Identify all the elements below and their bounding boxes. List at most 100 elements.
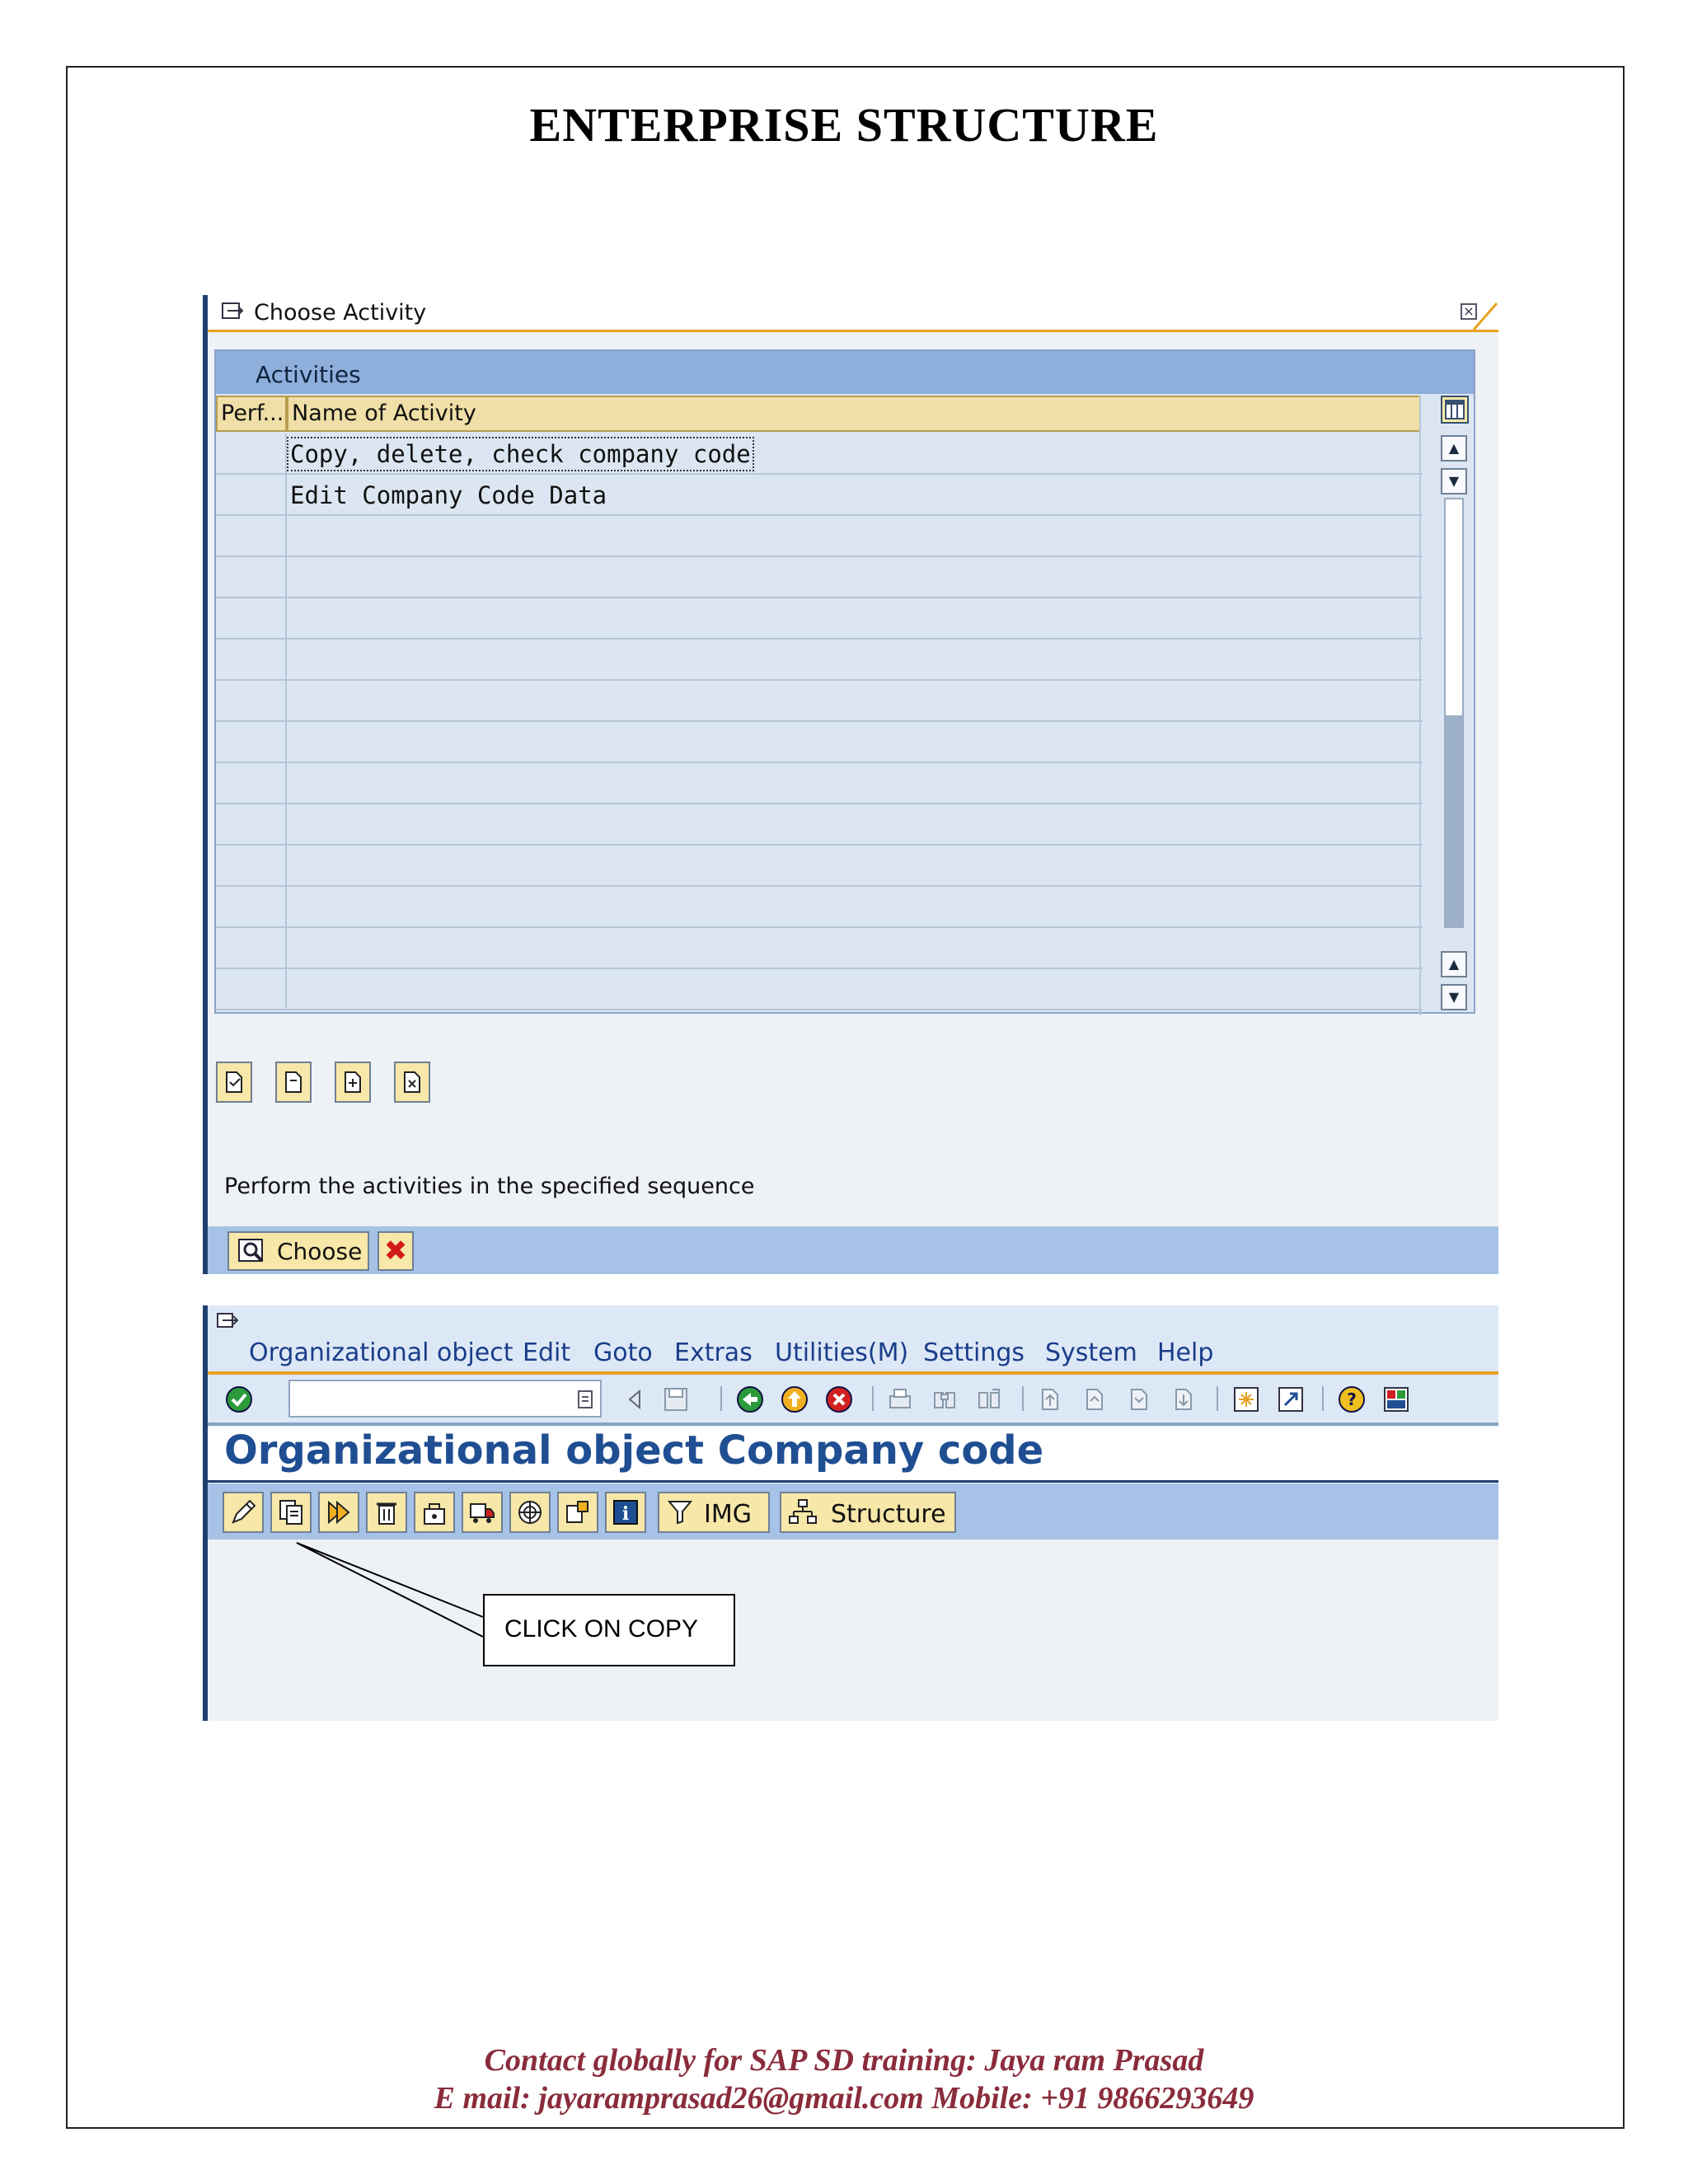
dialog-titlebar: Choose Activity × [208,295,1498,332]
info-icon[interactable]: i [605,1492,646,1533]
callout-text: CLICK ON COPY [504,1615,699,1643]
toolbar-separator [720,1386,722,1411]
perf-cell [216,846,287,885]
menu-settings[interactable]: Settings [923,1338,1025,1367]
edit-pencil-icon[interactable] [223,1492,264,1533]
first-page-icon[interactable] [1035,1385,1065,1414]
transport-icon[interactable] [462,1492,503,1533]
table-row[interactable]: Copy, delete, check company code [216,434,1423,475]
dialog-title: Choose Activity [254,300,427,326]
deselect-all-icon[interactable] [275,1062,312,1103]
target-icon[interactable] [509,1492,551,1533]
table-row[interactable] [216,516,1423,557]
column-header-perf[interactable]: Perf... [216,396,287,432]
back-icon[interactable] [735,1385,765,1414]
scrollbar-track[interactable] [1444,498,1464,928]
create-session-icon[interactable] [1231,1385,1261,1414]
collapse-command-icon[interactable] [620,1385,649,1414]
toolbar-separator [1322,1386,1324,1411]
collapse-icon[interactable] [394,1062,430,1103]
perf-cell [216,516,287,555]
vertical-scrollbar[interactable]: ▲ ▼ ▲ ▼ [1441,396,1469,1014]
menu-help[interactable]: Help [1157,1338,1213,1367]
perf-cell [216,681,287,720]
menu-utilities[interactable]: Utilities(M) [775,1338,908,1367]
perf-cell [216,434,287,473]
menu-bar: Organizational object Edit Goto Extras U… [208,1305,1498,1375]
scroll-page-up-icon[interactable]: ▲ [1441,435,1467,462]
table-row[interactable]: Edit Company Code Data [216,475,1423,516]
window-menu-icon[interactable] [216,1312,239,1330]
table-row[interactable] [216,681,1423,722]
delete-icon[interactable] [366,1492,407,1533]
check-icon[interactable] [414,1492,455,1533]
column-header-name[interactable]: Name of Activity [287,396,1421,432]
dialog-menu-icon[interactable] [221,302,244,321]
enter-icon[interactable] [224,1385,254,1414]
copy-icon[interactable] [270,1492,312,1533]
generate-shortcut-icon[interactable] [1276,1385,1306,1414]
choose-button[interactable]: Choose [227,1231,369,1271]
assign-icon[interactable] [557,1492,598,1533]
table-row[interactable] [216,969,1423,1010]
menu-organizational-object[interactable]: Organizational object [249,1338,513,1367]
table-settings-icon[interactable] [1441,396,1469,424]
table-row[interactable] [216,557,1423,598]
perf-cell [216,969,287,1009]
document-title: ENTERPRISE STRUCTURE [529,98,1159,152]
footer-email-line: E mail: jayaramprasad26@gmail.com Mobile… [434,2081,1254,2116]
command-dropdown-icon[interactable] [577,1390,593,1409]
table-row[interactable] [216,846,1423,887]
standard-toolbar: ? [208,1375,1498,1426]
svg-text:?: ? [1347,1390,1357,1409]
scrollbar-thumb[interactable] [1446,715,1462,926]
command-field[interactable] [288,1380,602,1418]
exit-icon[interactable] [780,1385,809,1414]
select-all-icon[interactable] [216,1062,252,1103]
previous-page-icon[interactable] [1080,1385,1109,1414]
toolbar-separator [1217,1386,1218,1411]
execute-icon[interactable] [318,1492,359,1533]
next-page-icon[interactable] [1124,1385,1154,1414]
find-icon[interactable] [930,1385,959,1414]
activity-name: Copy, delete, check company code [287,437,754,471]
table-row[interactable] [216,640,1423,681]
activities-table: Copy, delete, check company code Edit Co… [216,434,1423,1010]
structure-icon [789,1499,817,1524]
cancel-icon[interactable] [824,1385,854,1414]
perf-cell [216,804,287,844]
sap-main-window: Organizational object Edit Goto Extras U… [203,1305,1498,1721]
table-row[interactable] [216,804,1423,846]
scroll-line-up-icon[interactable]: ▼ [1441,468,1467,494]
structure-label: Structure [831,1500,946,1529]
perf-cell [216,722,287,762]
layout-menu-icon[interactable] [1381,1385,1411,1414]
application-toolbar: i IMG Structure [208,1483,1498,1540]
scroll-page-down-icon[interactable]: ▼ [1441,984,1467,1010]
command-input[interactable] [290,1381,565,1416]
table-row[interactable] [216,598,1423,640]
expand-icon[interactable] [335,1062,371,1103]
table-row[interactable] [216,887,1423,928]
find-next-icon[interactable] [974,1385,1004,1414]
menu-edit[interactable]: Edit [523,1338,570,1367]
img-button[interactable]: IMG [658,1492,770,1533]
cancel-icon[interactable]: ✖ [377,1231,414,1271]
menu-system[interactable]: System [1045,1338,1137,1367]
table-row[interactable] [216,928,1423,969]
menu-goto[interactable]: Goto [593,1338,653,1367]
help-icon[interactable]: ? [1337,1385,1367,1414]
toolbar-separator [872,1386,874,1411]
save-icon[interactable] [661,1385,691,1414]
menu-extras[interactable]: Extras [674,1338,753,1367]
table-row[interactable] [216,763,1423,804]
perf-cell [216,475,287,514]
print-icon[interactable] [885,1385,915,1414]
perf-cell [216,640,287,679]
perf-cell [216,598,287,638]
table-row[interactable] [216,722,1423,763]
structure-button[interactable]: Structure [780,1492,956,1533]
choose-activity-dialog: Choose Activity × Activities Perf... Nam… [203,295,1498,1274]
last-page-icon[interactable] [1169,1385,1198,1414]
scroll-line-down-icon[interactable]: ▲ [1441,951,1467,977]
